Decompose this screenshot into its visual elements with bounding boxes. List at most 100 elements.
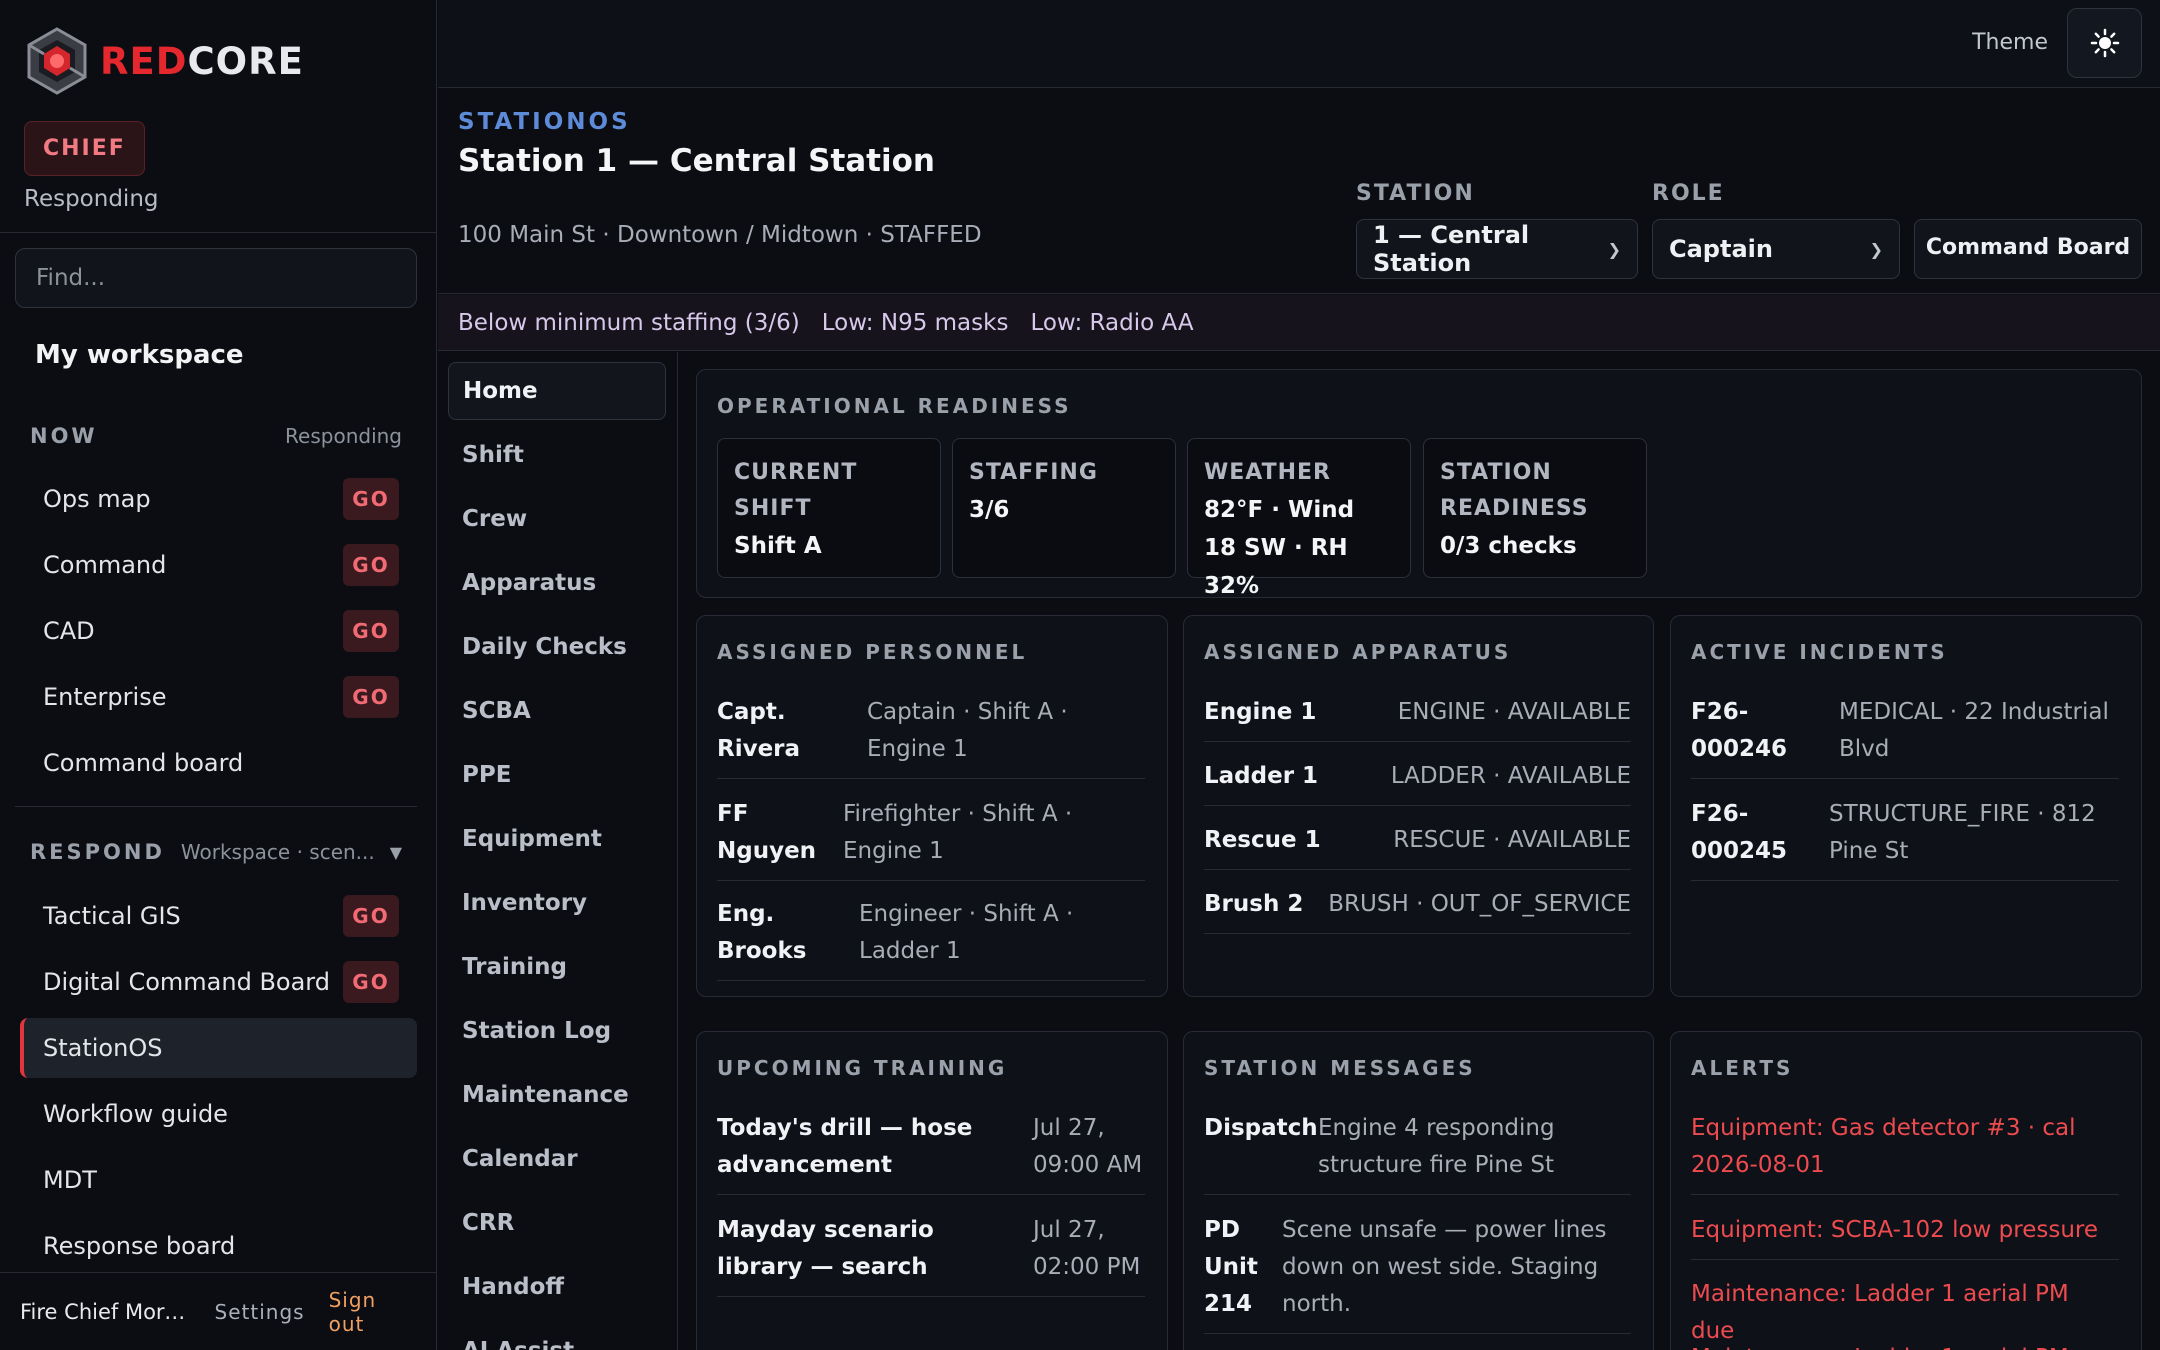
station-select-value: 1 — Central Station: [1373, 221, 1530, 277]
list-item[interactable]: F26-000246 MEDICAL · 22 Industrial Blvd: [1691, 694, 2119, 779]
tab-crr[interactable]: CRR: [448, 1194, 666, 1252]
training-time: Jul 27, 09:00 AM: [1033, 1115, 1143, 1178]
list-item[interactable]: Ladder 1 LADDER · AVAILABLE: [1204, 758, 1631, 806]
tile-label: STAFFING: [969, 460, 1098, 485]
list-item[interactable]: Engine 1 ENGINE · AVAILABLE: [1204, 694, 1631, 742]
settings-link[interactable]: Settings: [215, 1300, 305, 1324]
sidebar-item-tactical-gis[interactable]: Tactical GIS GO: [20, 886, 417, 946]
incident-detail: MEDICAL · 22 Industrial Blvd: [1839, 699, 2109, 762]
tab-crew[interactable]: Crew: [448, 490, 666, 548]
chevron-down-icon: ❯: [1869, 239, 1883, 259]
list-item[interactable]: Mayday scenario library — search Jul 27,…: [717, 1212, 1145, 1297]
assigned-personnel-card: ASSIGNED PERSONNEL Capt. Rivera Captain …: [696, 615, 1168, 997]
apparatus-name: Engine 1: [1204, 699, 1317, 725]
tab-equipment[interactable]: Equipment: [448, 810, 666, 868]
apparatus-name: Rescue 1: [1204, 827, 1321, 853]
tab-home[interactable]: Home: [448, 362, 666, 420]
role-select-label: ROLE: [1652, 181, 1725, 206]
sidebar-item-cad[interactable]: CAD GO: [20, 601, 417, 661]
sidebar-item-enterprise[interactable]: Enterprise GO: [20, 667, 417, 727]
list-item[interactable]: FF Nguyen Firefighter · Shift A · Engine…: [717, 796, 1145, 881]
card-title: ALERTS: [1691, 1056, 1794, 1080]
tab-ppe[interactable]: PPE: [448, 746, 666, 804]
tab-calendar[interactable]: Calendar: [448, 1130, 666, 1188]
tab-scba[interactable]: SCBA: [448, 682, 666, 740]
list-item[interactable]: Eng. Brooks Engineer · Shift A · Ladder …: [717, 896, 1145, 981]
tab-apparatus[interactable]: Apparatus: [448, 554, 666, 612]
station-select[interactable]: 1 — Central Station ❯: [1356, 219, 1638, 279]
sidebar-item-label: Command: [43, 551, 167, 579]
tab-inventory[interactable]: Inventory: [448, 874, 666, 932]
alert-item[interactable]: Equipment: Gas detector #3 · cal 2026-08…: [1691, 1110, 2119, 1195]
training-name: Today's drill — hose advancement: [717, 1115, 973, 1178]
sidebar-item-workflow-guide[interactable]: Workflow guide: [20, 1084, 417, 1144]
sidebar-item-mdt[interactable]: MDT: [20, 1150, 417, 1210]
station-subtitle: 100 Main St · Downtown / Midtown · STAFF…: [458, 222, 982, 248]
go-button[interactable]: GO: [343, 610, 399, 652]
personnel-name: Eng. Brooks: [717, 901, 807, 964]
card-title: OPERATIONAL READINESS: [717, 394, 1072, 418]
brand-word-red: RED: [100, 39, 188, 83]
tab-training[interactable]: Training: [448, 938, 666, 996]
sidebar-divider: [0, 232, 437, 233]
list-item[interactable]: Brush 2 BRUSH · OUT_OF_SERVICE: [1204, 886, 1631, 934]
page-title: Station 1 — Central Station: [458, 143, 935, 179]
tile-value: 82°F · Wind 18 SW · RH 32%: [1204, 497, 1355, 599]
go-button[interactable]: GO: [343, 676, 399, 718]
go-button[interactable]: GO: [343, 895, 399, 937]
app-label: STATIONOS: [458, 109, 631, 135]
sidebar-item-command-board[interactable]: Command board: [20, 733, 417, 793]
go-button[interactable]: GO: [343, 544, 399, 586]
list-item[interactable]: F26-000245 STRUCTURE_FIRE · 812 Pine St: [1691, 796, 2119, 881]
alert-item[interactable]: Equipment: SCBA-102 low pressure: [1691, 1212, 2119, 1260]
card-title: ACTIVE INCIDENTS: [1691, 640, 1948, 664]
workspace-title: My workspace: [35, 340, 244, 370]
list-item[interactable]: Dispatch Engine 4 responding structure f…: [1204, 1110, 1631, 1195]
tab-shift[interactable]: Shift: [448, 426, 666, 484]
sidebar-item-response-board[interactable]: Response board: [20, 1216, 417, 1276]
role-select[interactable]: Captain ❯: [1652, 219, 1900, 279]
message-text: Scene unsafe — power lines down on west …: [1282, 1217, 1607, 1317]
sidebar-item-label: Digital Command Board: [43, 968, 330, 996]
warning-strip: Below minimum staffing (3/6) Low: N95 ma…: [438, 295, 2160, 351]
sidebar-item-stationos[interactable]: StationOS: [20, 1018, 417, 1078]
message-sender: Dispatch: [1204, 1115, 1318, 1141]
apparatus-status: RESCUE · AVAILABLE: [1393, 827, 1631, 853]
sidebar-item-digital-command-board[interactable]: Digital Command Board GO: [20, 952, 417, 1012]
alerts-card: ALERTS Equipment: Gas detector #3 · cal …: [1670, 1031, 2142, 1350]
list-item[interactable]: Rescue 1 RESCUE · AVAILABLE: [1204, 822, 1631, 870]
now-section-label: NOW: [30, 424, 98, 448]
sidebar-item-ops-map[interactable]: Ops map GO: [20, 469, 417, 529]
sidebar: REDCORE CHIEF Responding My workspace NO…: [0, 0, 437, 1350]
sidebar-item-label: StationOS: [43, 1034, 163, 1062]
sidebar-item-command[interactable]: Command GO: [20, 535, 417, 595]
weather-tile: WEATHER 82°F · Wind 18 SW · RH 32%: [1187, 438, 1411, 599]
brand-logo[interactable]: REDCORE: [22, 26, 304, 96]
command-board-button[interactable]: Command Board: [1914, 219, 2142, 279]
caret-down-icon[interactable]: ▼: [390, 843, 402, 862]
alert-item[interactable]: Maintenance: Ladder 1 aerial PM due: [1691, 1276, 2119, 1350]
now-section-header: NOW Responding: [30, 424, 402, 448]
card-title: STATION MESSAGES: [1204, 1056, 1476, 1080]
alert-item[interactable]: Maintenance: Ladder 1 aerial PM: [1691, 1340, 2119, 1350]
now-section-status: Responding: [285, 424, 402, 448]
go-button[interactable]: GO: [343, 478, 399, 520]
station-messages-card: STATION MESSAGES Dispatch Engine 4 respo…: [1183, 1031, 1654, 1350]
tab-handoff[interactable]: Handoff: [448, 1258, 666, 1316]
respond-section-header[interactable]: RESPOND Workspace · scen... ▼: [30, 840, 402, 864]
user-name[interactable]: Fire Chief Morg...: [20, 1300, 191, 1324]
sign-out-link[interactable]: Sign out: [329, 1288, 417, 1336]
apparatus-status: ENGINE · AVAILABLE: [1397, 699, 1631, 725]
go-button[interactable]: GO: [343, 961, 399, 1003]
list-item[interactable]: Today's drill — hose advancement Jul 27,…: [717, 1110, 1145, 1195]
tab-ai-assist[interactable]: AI Assist: [448, 1322, 666, 1350]
list-item[interactable]: PD Unit 214 Scene unsafe — power lines d…: [1204, 1212, 1631, 1334]
training-name: Mayday scenario library — search: [717, 1217, 934, 1280]
list-item[interactable]: Capt. Rivera Captain · Shift A · Engine …: [717, 694, 1145, 779]
tab-maintenance[interactable]: Maintenance: [448, 1066, 666, 1124]
theme-toggle-button[interactable]: [2067, 8, 2142, 78]
tab-station-log[interactable]: Station Log: [448, 1002, 666, 1060]
tab-daily-checks[interactable]: Daily Checks: [448, 618, 666, 676]
apparatus-name: Brush 2: [1204, 891, 1304, 917]
find-input[interactable]: [15, 248, 417, 308]
